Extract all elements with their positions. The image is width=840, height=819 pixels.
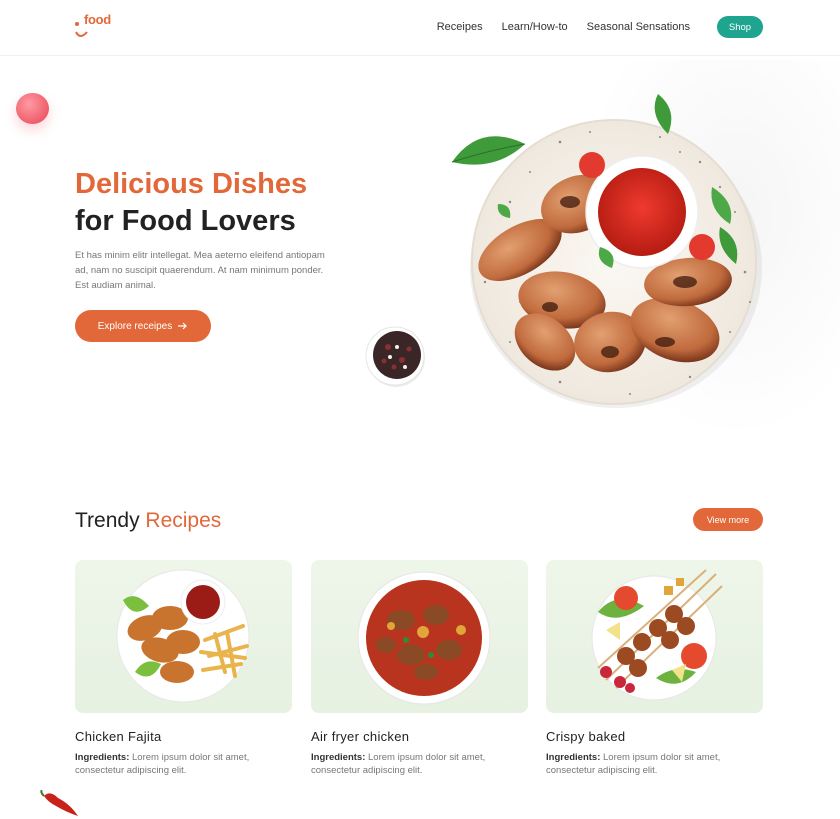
landing-page: food Receipes Learn/How-to Seasonal Sens…	[0, 0, 840, 819]
nav-item-learn[interactable]: Learn/How-to	[502, 21, 568, 33]
chili-icon	[40, 790, 78, 816]
ingredients-label: Ingredients:	[311, 752, 366, 763]
chicken-fajita-image	[116, 569, 250, 703]
main-nav: Receipes Learn/How-to Seasonal Sensation…	[437, 21, 690, 33]
shop-button[interactable]: Shop	[717, 16, 763, 38]
recipe-card-image[interactable]	[311, 560, 528, 713]
recipe-card-description: Ingredients: Lorem ipsum dolor sit amet,…	[75, 751, 292, 777]
hero-title-line2: for Food Lovers	[75, 205, 296, 237]
recipe-card[interactable]: Chicken Fajita Ingredients: Lorem ipsum …	[75, 560, 292, 777]
recipe-card-image[interactable]	[75, 560, 292, 713]
ingredients-label: Ingredients:	[546, 752, 601, 763]
explore-receipes-button[interactable]: Explore receipes	[75, 310, 211, 342]
air-fryer-chicken-image	[357, 571, 491, 705]
hero-description: Et has minim elitr intellegat. Mea aeter…	[75, 250, 325, 291]
recipe-card-title[interactable]: Air fryer chicken	[311, 729, 528, 744]
recipe-card-image[interactable]	[546, 560, 763, 713]
section-title-accent: Recipes	[145, 509, 222, 532]
recipe-card[interactable]: Air fryer chicken Ingredients: Lorem ips…	[311, 560, 528, 777]
tomato-icon	[16, 93, 49, 124]
logo-text[interactable]: food	[84, 12, 111, 27]
arrow-right-icon	[178, 322, 188, 330]
view-more-button[interactable]: View more	[693, 508, 763, 531]
nav-item-seasonal[interactable]: Seasonal Sensations	[587, 21, 690, 33]
section-title-main: Trendy	[75, 509, 146, 532]
pepper-bowl-image	[365, 326, 425, 387]
section-title: Trendy Recipes	[75, 509, 221, 533]
recipe-card-title[interactable]: Chicken Fajita	[75, 729, 292, 744]
recipe-card-description: Ingredients: Lorem ipsum dolor sit amet,…	[546, 751, 763, 777]
ingredients-label: Ingredients:	[75, 752, 130, 763]
recipe-card-description: Ingredients: Lorem ipsum dolor sit amet,…	[311, 751, 528, 777]
explore-button-label: Explore receipes	[97, 320, 173, 332]
nav-item-receipes[interactable]: Receipes	[437, 21, 483, 33]
site-header: food Receipes Learn/How-to Seasonal Sens…	[0, 0, 840, 56]
hero-plate-image	[451, 94, 762, 408]
recipe-card[interactable]: Crispy baked Ingredients: Lorem ipsum do…	[546, 560, 763, 777]
hero-title-line1: Delicious Dishes	[75, 168, 308, 200]
crispy-baked-image	[591, 569, 723, 701]
recipe-card-title[interactable]: Crispy baked	[546, 729, 763, 744]
